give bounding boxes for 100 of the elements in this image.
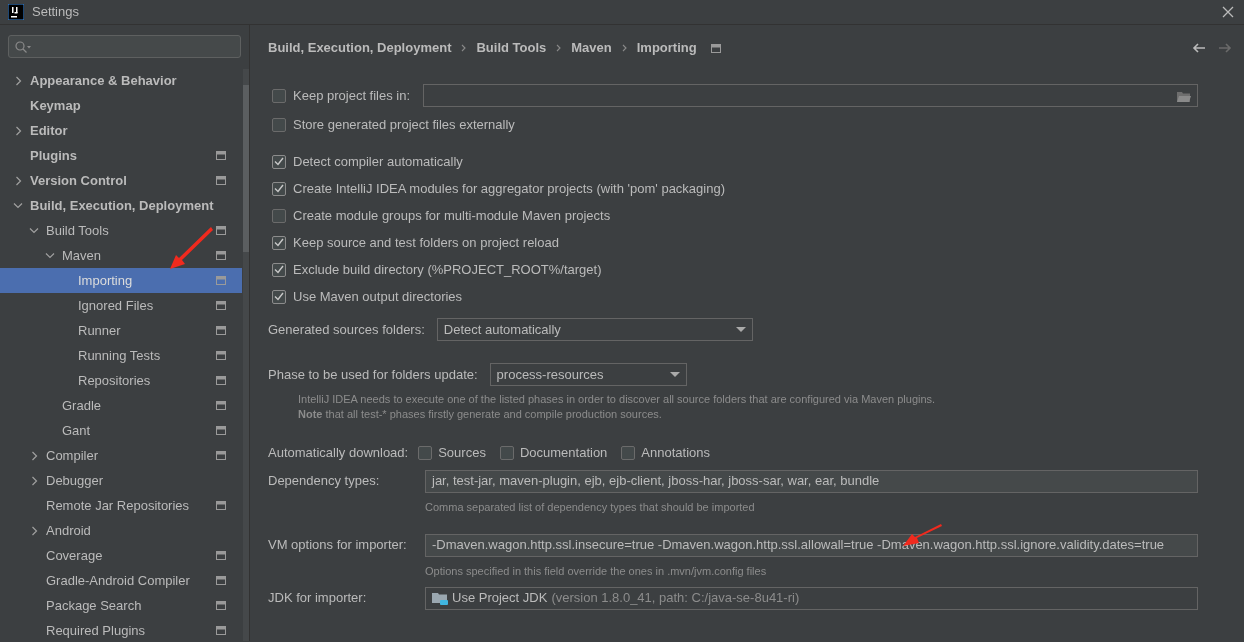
- hint-text: Note that all test-* phases firstly generate and compile production sources.: [298, 407, 663, 422]
- chevron-right-icon: [461, 44, 467, 52]
- field-label: Phase to be used for folders update:: [268, 365, 478, 384]
- chevron-down-icon: [13, 201, 23, 210]
- breadcrumb-item[interactable]: Maven: [571, 38, 612, 58]
- checkbox-label: Keep source and test folders on project reload: [293, 233, 559, 252]
- checkbox[interactable]: [272, 208, 286, 223]
- tree-item[interactable]: Plugins: [0, 143, 242, 168]
- tree-item[interactable]: Repositories: [0, 368, 242, 393]
- tree-item[interactable]: Compiler: [0, 443, 242, 468]
- window-icon: [216, 326, 226, 335]
- chevron-right-icon: [13, 75, 23, 86]
- field-label: Dependency types:: [268, 472, 381, 491]
- window-icon: [216, 226, 226, 235]
- breadcrumb-item[interactable]: Importing: [636, 38, 697, 58]
- checkbox-label: Exclude build directory (%PROJECT_ROOT%/target): [293, 260, 602, 279]
- tree-item[interactable]: Package Search: [0, 593, 242, 618]
- path-field[interactable]: [423, 84, 1199, 107]
- chevron-right-icon: [29, 525, 39, 536]
- tree-item[interactable]: Appearance & Behavior: [0, 68, 242, 93]
- window-icon: [216, 351, 226, 360]
- chevron-right-icon: [621, 44, 627, 52]
- search-icon: [15, 40, 31, 53]
- tree-item[interactable]: Gant: [0, 418, 242, 443]
- tree-item[interactable]: Version Control: [0, 168, 242, 193]
- checkbox[interactable]: [272, 88, 286, 103]
- checkbox[interactable]: [418, 445, 433, 460]
- window-icon: [710, 43, 721, 53]
- window-icon: [216, 626, 226, 635]
- chevron-right-icon: [556, 44, 562, 52]
- checkbox-label: Sources: [438, 444, 486, 462]
- window-icon: [216, 376, 226, 385]
- dropdown[interactable]: Use Project JDK (version 1.8.0_41, path: C:/java-se-8u41-ri): [425, 586, 1198, 610]
- search-field[interactable]: [8, 35, 241, 58]
- checkbox[interactable]: [272, 235, 286, 250]
- tree-item[interactable]: Build, Execution, Deployment: [0, 193, 242, 218]
- tree-item[interactable]: Runner: [0, 318, 242, 343]
- tree-item[interactable]: Ignored Files: [0, 293, 242, 318]
- window-title: Settings: [32, 3, 79, 22]
- field-label: Automatically download:: [268, 444, 409, 462]
- checkbox-label: Detect compiler automatically: [293, 152, 463, 171]
- checkbox-label: Create module groups for multi-module Maven projects: [293, 206, 611, 225]
- tree-item[interactable]: Importing: [0, 268, 242, 293]
- field-label: VM options for importer:: [268, 536, 408, 555]
- tree-item[interactable]: Editor: [0, 118, 242, 143]
- checkbox[interactable]: [272, 117, 286, 132]
- window-icon: [216, 451, 226, 460]
- window-icon: [216, 251, 226, 260]
- folder-icon: [432, 591, 448, 605]
- hint-text: Comma separated list of dependency types that should be imported: [425, 499, 756, 515]
- checkbox[interactable]: [499, 445, 514, 460]
- breadcrumb-item[interactable]: Build Tools: [476, 38, 547, 58]
- field-label: Generated sources folders:: [268, 320, 425, 339]
- window-icon: [216, 176, 226, 185]
- tree-item[interactable]: Keymap: [0, 93, 242, 118]
- chevron-down-icon: [45, 251, 55, 260]
- tree-item[interactable]: Debugger: [0, 468, 242, 493]
- tree-item[interactable]: Running Tests: [0, 343, 242, 368]
- tree-item[interactable]: Remote Jar Repositories: [0, 493, 242, 518]
- tree-item[interactable]: Maven: [0, 243, 242, 268]
- app-logo-icon: [8, 4, 24, 20]
- checkbox-label: Documentation: [519, 444, 608, 462]
- checkbox[interactable]: [272, 154, 286, 169]
- checkbox-label: Keep project files in:: [293, 86, 411, 105]
- checkbox[interactable]: [272, 289, 286, 304]
- text-field[interactable]: -Dmaven.wagon.http.ssl.insecure=true -Dmaven.wagon.http.ssl.allowall=true -Dmaven.wagon.http.ssl.ignore.validity.dates=true: [425, 533, 1198, 557]
- chevron-right-icon: [13, 175, 23, 186]
- dropdown-arrow-icon: [669, 372, 680, 377]
- forward-arrow-icon[interactable]: [1218, 42, 1232, 54]
- checkbox[interactable]: [272, 181, 286, 196]
- window-icon: [216, 151, 226, 160]
- tree-item[interactable]: Gradle: [0, 393, 242, 418]
- tree-item[interactable]: Android: [0, 518, 242, 543]
- checkbox-label: Annotations: [641, 444, 711, 462]
- hint-text: IntelliJ IDEA needs to execute one of the listed phases in order to discover all source folders that are configured via Maven plugins.: [298, 392, 937, 407]
- chevron-down-icon: [29, 226, 39, 235]
- window-icon: [216, 501, 226, 510]
- tree-item[interactable]: Gradle-Android Compiler: [0, 568, 242, 593]
- window-icon: [216, 551, 226, 560]
- tree-item[interactable]: Coverage: [0, 543, 242, 568]
- dropdown[interactable]: Detect automatically: [436, 318, 753, 341]
- text-field[interactable]: jar, test-jar, maven-plugin, ejb, ejb-client, jboss-har, jboss-sar, war, ear, bundle: [425, 469, 1198, 493]
- window-icon: [216, 301, 226, 310]
- tree-item[interactable]: Build Tools: [0, 218, 242, 243]
- breadcrumb-item[interactable]: Build, Execution, Deployment: [268, 38, 452, 58]
- checkbox[interactable]: [272, 262, 286, 277]
- close-icon[interactable]: [1222, 6, 1234, 18]
- back-arrow-icon[interactable]: [1192, 42, 1206, 54]
- folder-icon[interactable]: [1177, 89, 1192, 102]
- tree-item[interactable]: Required Plugins: [0, 618, 242, 641]
- dropdown[interactable]: process-resources: [489, 363, 687, 386]
- scrollbar[interactable]: [243, 85, 249, 252]
- window-icon: [216, 276, 226, 285]
- dropdown-arrow-icon: [735, 327, 746, 332]
- checkbox[interactable]: [621, 445, 636, 460]
- window-icon: [216, 426, 226, 435]
- chevron-right-icon: [13, 125, 23, 136]
- chevron-right-icon: [29, 450, 39, 461]
- chevron-right-icon: [29, 475, 39, 486]
- checkbox-label: Store generated project files externally: [293, 115, 515, 134]
